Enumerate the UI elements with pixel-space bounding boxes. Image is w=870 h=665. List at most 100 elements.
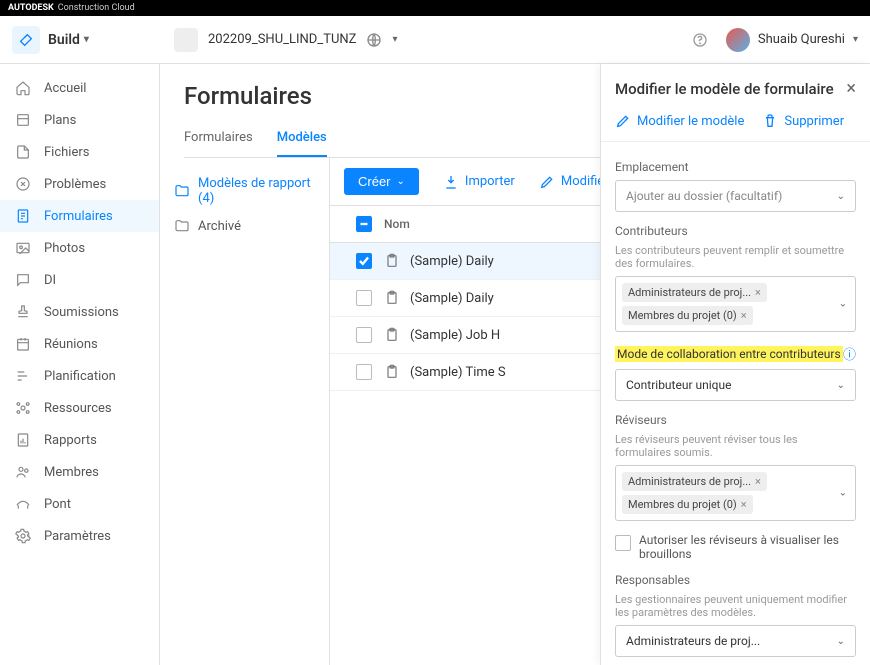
managers-select[interactable]: Administrateurs de proj... ⌄ [615, 625, 856, 657]
user-menu[interactable]: Shuaib Qureshi ▾ [726, 28, 858, 52]
module-selector[interactable]: Build ▾ [12, 26, 154, 54]
sidebar-item-reunions[interactable]: Réunions [0, 328, 159, 360]
tree-item-rapport[interactable]: Modèles de rapport (4) [170, 170, 319, 212]
remove-tag-icon[interactable]: × [741, 309, 747, 322]
left-sidebar: Accueil Plans Fichiers Problèmes Formula… [0, 64, 160, 665]
tab-formulaires[interactable]: Formulaires [184, 122, 253, 157]
home-icon [14, 80, 32, 96]
tree-item-label: Archivé [198, 219, 241, 234]
chevron-down-icon: ⌄ [839, 488, 847, 499]
folder-icon [174, 218, 190, 234]
remove-tag-icon[interactable]: × [755, 286, 761, 299]
help-icon[interactable] [692, 32, 708, 48]
sidebar-item-fichiers[interactable]: Fichiers [0, 136, 159, 168]
sidebar-item-label: Photos [44, 241, 85, 256]
sidebar-item-problemes[interactable]: Problèmes [0, 168, 159, 200]
allow-drafts-checkbox-row[interactable]: Autoriser les réviseurs à visualiser les… [615, 533, 856, 561]
module-label: Build [48, 32, 80, 48]
sidebar-item-formulaires[interactable]: Formulaires [0, 200, 159, 232]
location-label: Emplacement [615, 160, 856, 174]
contributors-help: Les contributeurs peuvent remplir et sou… [615, 244, 856, 270]
sidebar-item-photos[interactable]: Photos [0, 232, 159, 264]
tree-item-archive[interactable]: Archivé [170, 212, 319, 240]
select-all-checkbox[interactable] [356, 216, 372, 232]
avatar-icon [726, 28, 750, 52]
suite-name: Construction Cloud [58, 3, 135, 13]
sidebar-item-label: Pont [44, 497, 71, 512]
sidebar-item-parametres[interactable]: Paramètres [0, 520, 159, 552]
sidebar-item-label: Fichiers [44, 145, 89, 160]
sidebar-item-label: Problèmes [44, 177, 106, 192]
import-label: Importer [465, 174, 515, 189]
edit-template-button[interactable]: Modifier le modèle [615, 113, 744, 129]
collab-mode-label: Mode de collaboration entre contributeur… [615, 346, 843, 362]
chevron-down-icon: ⌄ [397, 176, 405, 187]
managers-label: Responsables [615, 573, 856, 587]
photos-icon [14, 240, 32, 256]
row-name: (Sample) Time S [410, 365, 506, 380]
sidebar-item-plans[interactable]: Plans [0, 104, 159, 136]
reviewer-tag: Administrateurs de proj...× [622, 472, 767, 491]
chevron-down-icon: ▾ [84, 34, 89, 45]
contributor-tag: Membres du projet (0)× [622, 306, 753, 325]
allow-drafts-checkbox[interactable] [615, 535, 631, 551]
create-label: Créer [358, 174, 391, 189]
panel-title: Modifier le modèle de formulaire [615, 80, 846, 98]
chevron-down-icon: ⌄ [837, 636, 845, 647]
edit-template-panel: Modifier le modèle de formulaire × Modif… [600, 64, 870, 665]
row-name: (Sample) Job H [410, 328, 500, 343]
info-icon[interactable]: ⓘ [843, 344, 856, 363]
sidebar-item-membres[interactable]: Membres [0, 456, 159, 488]
collab-mode-select[interactable]: Contributeur unique ⌄ [615, 369, 856, 401]
globe-icon [366, 32, 382, 48]
pencil-icon [615, 113, 631, 129]
chat-icon [14, 272, 32, 288]
map-icon [14, 112, 32, 128]
reviewers-help: Les réviseurs peuvent réviser tous les f… [615, 433, 856, 459]
row-checkbox[interactable] [356, 327, 372, 343]
row-name: (Sample) Daily [410, 254, 494, 269]
remove-tag-icon[interactable]: × [755, 475, 761, 488]
sidebar-item-ressources[interactable]: Ressources [0, 392, 159, 424]
folder-tree: Modèles de rapport (4) Archivé [160, 158, 330, 665]
members-icon [14, 464, 32, 480]
sidebar-item-label: Ressources [44, 401, 112, 416]
row-checkbox[interactable] [356, 364, 372, 380]
sidebar-item-label: Soumissions [44, 305, 119, 320]
managers-help: Les gestionnaires peuvent uniquement mod… [615, 593, 856, 619]
row-checkbox[interactable] [356, 290, 372, 306]
modify-button[interactable]: Modifier [539, 174, 609, 190]
sidebar-item-accueil[interactable]: Accueil [0, 72, 159, 104]
tab-modeles[interactable]: Modèles [277, 122, 327, 157]
chevron-down-icon: ▾ [392, 34, 397, 45]
sidebar-item-planification[interactable]: Planification [0, 360, 159, 392]
close-icon[interactable]: × [846, 78, 856, 99]
remove-tag-icon[interactable]: × [741, 498, 747, 511]
pencil-icon [539, 174, 555, 190]
create-button[interactable]: Créer ⌄ [344, 168, 419, 195]
sidebar-item-label: Rapports [44, 433, 97, 448]
delete-button[interactable]: Supprimer [762, 113, 844, 129]
sidebar-item-label: Formulaires [44, 209, 113, 224]
location-select[interactable]: Ajouter au dossier (facultatif) ⌄ [615, 180, 856, 212]
project-name: 202209_SHU_LIND_TUNZ [208, 32, 356, 47]
reviewers-select[interactable]: Administrateurs de proj...× Membres du p… [615, 465, 856, 521]
sidebar-item-di[interactable]: DI [0, 264, 159, 296]
calendar-icon [14, 336, 32, 352]
sidebar-item-label: Membres [44, 465, 99, 480]
form-icon [384, 253, 400, 269]
sidebar-item-pont[interactable]: Pont [0, 488, 159, 520]
edit-label: Modifier le modèle [637, 114, 744, 129]
reviewers-label: Réviseurs [615, 413, 856, 427]
sidebar-item-rapports[interactable]: Rapports [0, 424, 159, 456]
contributors-label: Contributeurs [615, 224, 856, 238]
trash-icon [762, 113, 778, 129]
row-checkbox[interactable] [356, 253, 372, 269]
settings-icon [14, 528, 32, 544]
sidebar-item-soumissions[interactable]: Soumissions [0, 296, 159, 328]
contributors-select[interactable]: Administrateurs de proj...× Membres du p… [615, 276, 856, 332]
project-selector[interactable]: 202209_SHU_LIND_TUNZ ▾ [174, 28, 397, 52]
row-name: (Sample) Daily [410, 291, 494, 306]
import-button[interactable]: Importer [443, 174, 515, 190]
location-placeholder: Ajouter au dossier (facultatif) [626, 189, 782, 203]
